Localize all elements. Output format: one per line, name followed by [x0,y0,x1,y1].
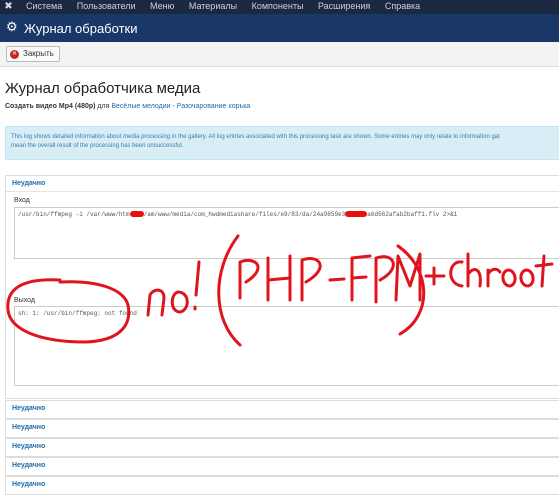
ink-paren [217,234,242,347]
ink-letter [170,290,189,314]
ink-dash [328,277,346,282]
ink-letter [486,267,502,276]
ink-letter [394,252,422,302]
ink-letter [350,275,368,280]
ink-letter [238,259,260,300]
ink-letter [194,260,201,297]
ink-letter [146,288,166,317]
ink-circle [6,278,131,344]
ink-letter [266,276,292,282]
ink-letter [300,257,322,302]
ink-letter [540,254,546,288]
ink-letter [466,268,482,288]
ink-letter [374,255,395,304]
ink-letter [534,262,554,268]
ink-letter [519,268,535,288]
ink-letter [501,268,517,288]
ink-letter [449,260,464,288]
handwritten-annotation [6,234,554,347]
